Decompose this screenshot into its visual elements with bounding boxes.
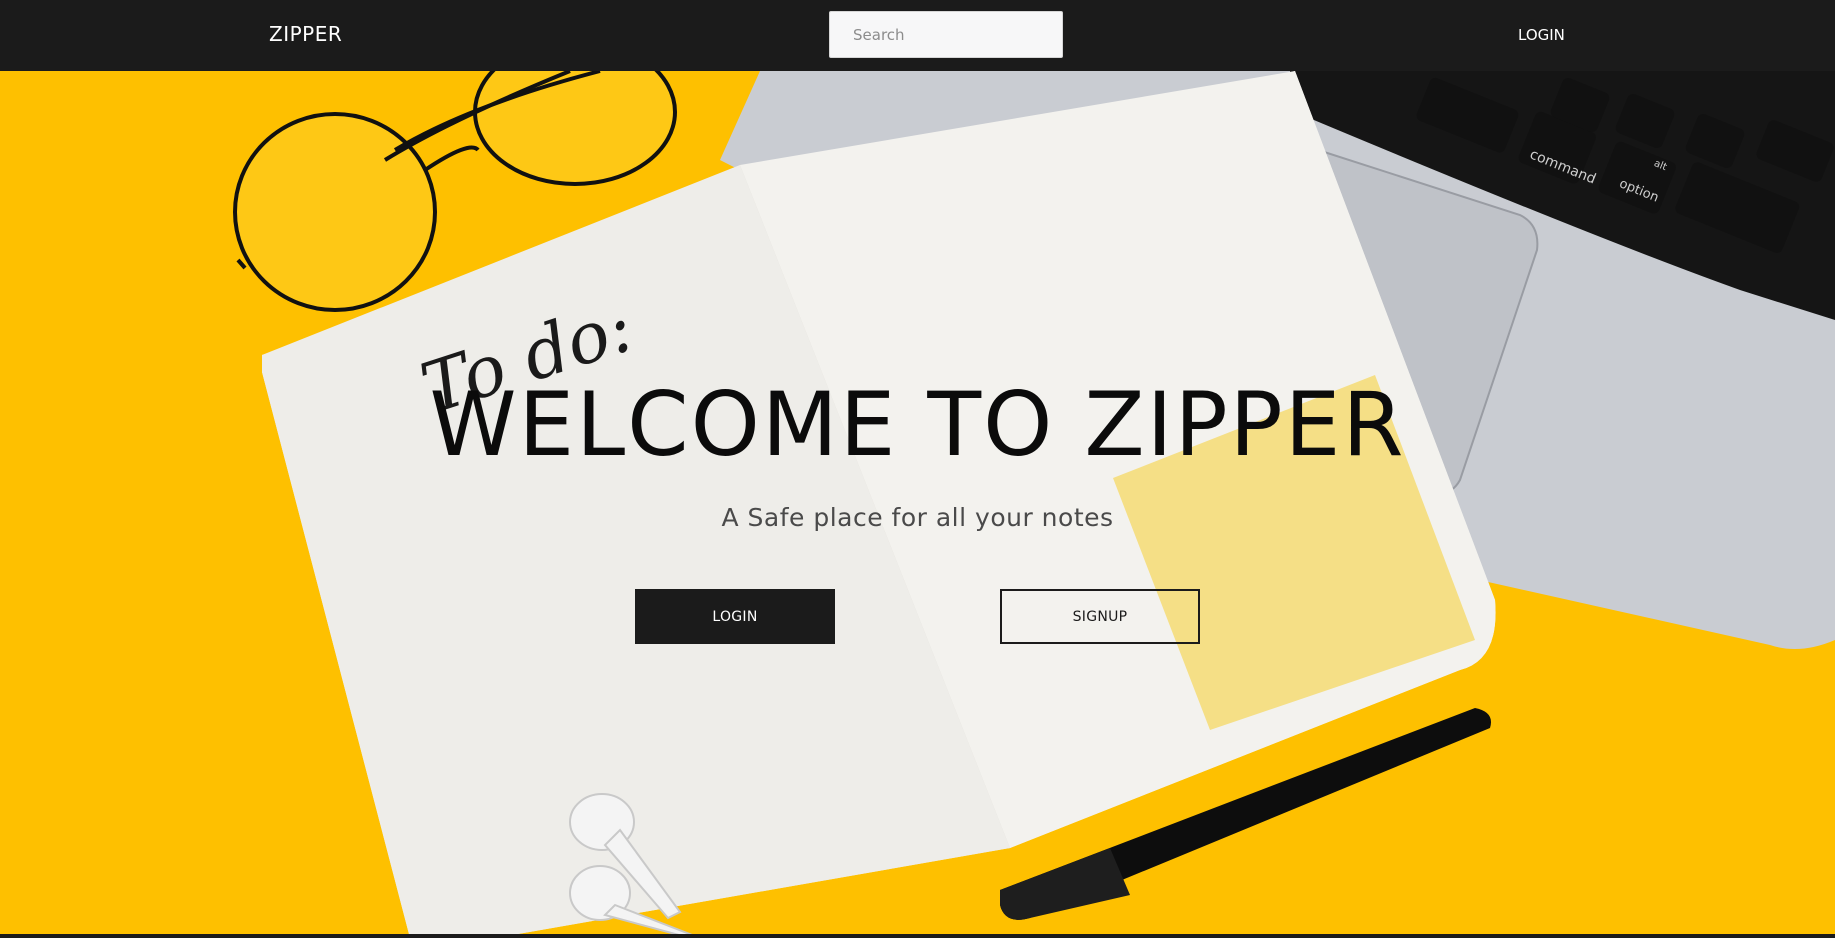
navbar: ZIPPER LOGIN bbox=[0, 0, 1835, 71]
hero-title: WELCOME TO ZIPPER bbox=[429, 373, 1406, 476]
bottom-border bbox=[0, 934, 1835, 938]
nav-login-link[interactable]: LOGIN bbox=[1518, 26, 1565, 44]
landing-page: ZIPPER LOGIN command option alt bbox=[0, 0, 1835, 938]
brand-logo[interactable]: ZIPPER bbox=[269, 22, 342, 46]
search-input[interactable] bbox=[829, 11, 1063, 58]
login-button[interactable]: LOGIN bbox=[635, 589, 835, 644]
hero-subtitle: A Safe place for all your notes bbox=[721, 503, 1114, 532]
signup-button[interactable]: SIGNUP bbox=[1000, 589, 1200, 644]
